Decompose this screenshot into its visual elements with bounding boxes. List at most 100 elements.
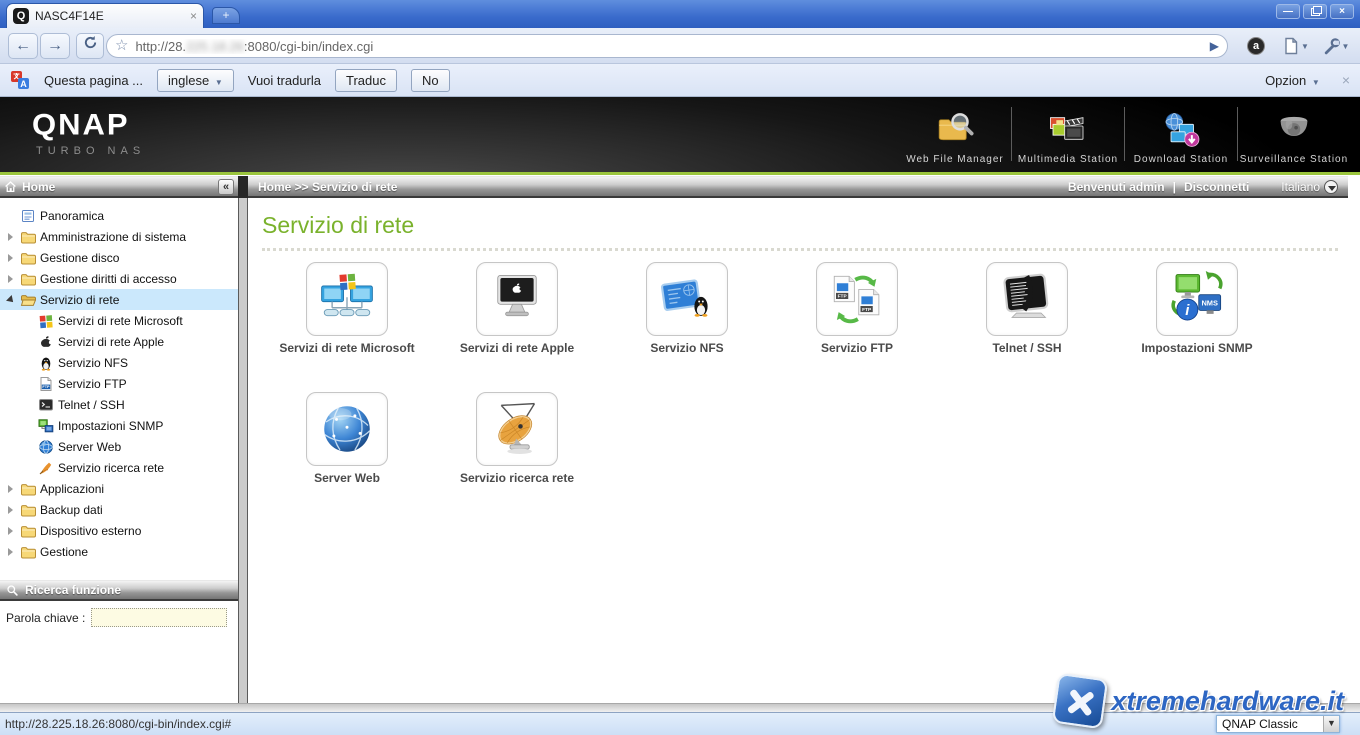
translate-button[interactable]: Traduc [335, 69, 397, 92]
language-dropdown-icon [1324, 180, 1338, 194]
options-dropdown[interactable]: Opzion ▼ [1265, 73, 1320, 88]
xtremehardware-watermark[interactable]: xtremehardware.it [1055, 676, 1344, 726]
keyword-input[interactable] [91, 608, 227, 627]
tree-item-backup-dati[interactable]: Backup dati [0, 499, 238, 520]
tree-item-amministrazione-di-sistema[interactable]: Amministrazione di sistema [0, 226, 238, 247]
search-panel-header: Ricerca funzione [0, 580, 238, 601]
browser-title-bar: Q NASC4F14E × + — × [0, 0, 1360, 28]
overview-icon [20, 208, 36, 224]
no-translate-button[interactable]: No [411, 69, 450, 92]
expand-icon[interactable] [6, 274, 16, 284]
tab-close-icon[interactable]: × [190, 9, 197, 23]
svg-text:NMS: NMS [1201, 299, 1218, 308]
navigation-tree: Panoramica Amministrazione di sistema Ge… [0, 198, 238, 562]
divider [262, 248, 1338, 251]
wrench-menu-button[interactable]: ▼ [1320, 35, 1352, 57]
collapse-icon[interactable] [6, 295, 16, 305]
extension-button[interactable]: a [1244, 35, 1268, 57]
language-dropdown[interactable]: inglese ▼ [157, 69, 234, 92]
folder-icon [20, 250, 36, 266]
restore-button[interactable] [1303, 4, 1327, 19]
tree-item-servizio-ricerca-rete[interactable]: Servizio ricerca rete [0, 457, 238, 478]
language-selector[interactable]: Italiano [1281, 180, 1338, 194]
go-button[interactable]: ▶ [1210, 39, 1219, 53]
expand-icon[interactable] [6, 232, 16, 242]
expand-icon[interactable] [6, 547, 16, 557]
chevron-down-icon: ▼ [215, 78, 223, 87]
app-servizio-nfs[interactable]: Servizio NFS [602, 262, 772, 355]
snmp-icon [38, 418, 54, 434]
tree-item-telnet-ssh[interactable]: Telnet / SSH [0, 394, 238, 415]
tree-item-gestione-diritti-di-accesso[interactable]: Gestione diritti di accesso [0, 268, 238, 289]
tree-item-servizi-di-rete-apple[interactable]: Servizi di rete Apple [0, 331, 238, 352]
page-title: Servizio di rete [262, 212, 414, 239]
minimize-button[interactable]: — [1276, 4, 1300, 19]
tree-item-servizi-di-rete-microsoft[interactable]: Servizi di rete Microsoft [0, 310, 238, 331]
logout-link[interactable]: Disconnetti [1184, 180, 1249, 194]
folder-icon [20, 523, 36, 539]
nfs-icon [646, 262, 728, 336]
surveillance-station-shortcut[interactable]: Surveillance Station [1238, 101, 1350, 167]
expand-icon[interactable] [6, 253, 16, 263]
address-bar[interactable]: ☆ http://28.225.18.26:8080/cgi-bin/index… [106, 34, 1228, 58]
new-tab-button[interactable]: + [212, 7, 240, 24]
app-servizio-ricerca-rete[interactable]: Servizio ricerca rete [432, 392, 602, 485]
folder-icon [20, 544, 36, 560]
app-impostazioni-snmp[interactable]: NMS i Impostazioni SNMP [1112, 262, 1282, 355]
sidebar-collapse-button[interactable]: « [218, 179, 234, 195]
tree-item-server-web[interactable]: Server Web [0, 436, 238, 457]
qnap-logo: QNAP [32, 108, 130, 142]
globe-icon [38, 439, 54, 455]
tree-item-gestione-disco[interactable]: Gestione disco [0, 247, 238, 268]
home-icon [4, 180, 17, 193]
app-servizi-di-rete-microsoft[interactable]: Servizi di rete Microsoft [262, 262, 432, 355]
tree-item-dispositivo-esterno[interactable]: Dispositivo esterno [0, 520, 238, 541]
expand-icon[interactable] [6, 484, 16, 494]
keyword-label: Parola chiave : [6, 611, 85, 625]
reload-button[interactable] [76, 33, 104, 59]
svg-text:FTP: FTP [838, 294, 848, 300]
ftp-icon: FTP FTP [816, 262, 898, 336]
svg-text:A: A [20, 79, 27, 89]
tree-item-impostazioni-snmp[interactable]: Impostazioni SNMP [0, 415, 238, 436]
tree-item-servizio-nfs[interactable]: Servizio NFS [0, 352, 238, 373]
app-grid-row-1: Servizi di rete Microsoft Servizi di ret… [262, 262, 1282, 355]
apple-network-icon [476, 262, 558, 336]
window-close-button[interactable]: × [1330, 4, 1354, 19]
panel-splitter[interactable] [238, 198, 248, 703]
bookmark-star-icon[interactable]: ☆ [115, 35, 128, 57]
apple-icon [38, 334, 54, 350]
tree-item-gestione[interactable]: Gestione [0, 541, 238, 562]
web-file-manager-shortcut[interactable]: Web File Manager [899, 101, 1011, 167]
browser-tab[interactable]: Q NASC4F14E × [6, 3, 204, 28]
qnap-nas-browser-window: Q NASC4F14E × + — × ← → ☆ http://28.225.… [0, 0, 1360, 735]
tree-item-servizio-ftp[interactable]: Servizio FTP [0, 373, 238, 394]
app-telnet-ssh[interactable]: Telnet / SSH [942, 262, 1112, 355]
tree-item-servizio-di-rete[interactable]: Servizio di rete [0, 289, 238, 310]
breadcrumb-bar: Home >> Servizio di rete Benvenuti admin… [248, 176, 1348, 198]
multimedia-station-icon [1046, 111, 1090, 151]
download-station-shortcut[interactable]: Download Station [1125, 101, 1237, 167]
divider: | [1173, 180, 1176, 194]
infobar-close-icon[interactable]: × [1342, 72, 1350, 88]
expand-icon[interactable] [6, 526, 16, 536]
page-menu-button[interactable]: ▼ [1280, 35, 1312, 57]
search-icon [6, 584, 19, 597]
folder-icon [20, 502, 36, 518]
tree-item-applicazioni[interactable]: Applicazioni [0, 478, 238, 499]
multimedia-station-shortcut[interactable]: Multimedia Station [1012, 101, 1124, 167]
app-servizio-ftp[interactable]: FTP FTP Servizio FTP [772, 262, 942, 355]
status-url-text: http://28.225.18.26:8080/cgi-bin/index.c… [5, 717, 231, 731]
app-servizi-di-rete-apple[interactable]: Servizi di rete Apple [432, 262, 602, 355]
forward-button[interactable]: → [40, 33, 70, 59]
tree-item-panoramica[interactable]: Panoramica [0, 205, 238, 226]
app-server-web[interactable]: Server Web [262, 392, 432, 485]
watermark-text: xtremehardware.it [1111, 686, 1344, 717]
expand-icon[interactable] [6, 505, 16, 515]
snmp-settings-icon: NMS i [1156, 262, 1238, 336]
back-button[interactable]: ← [8, 33, 38, 59]
surveillance-station-icon [1272, 111, 1316, 151]
translate-infobar: A Questa pagina ... inglese ▼ Vuoi tradu… [0, 64, 1360, 97]
open-folder-icon [20, 292, 36, 308]
ftp-icon [38, 376, 54, 392]
